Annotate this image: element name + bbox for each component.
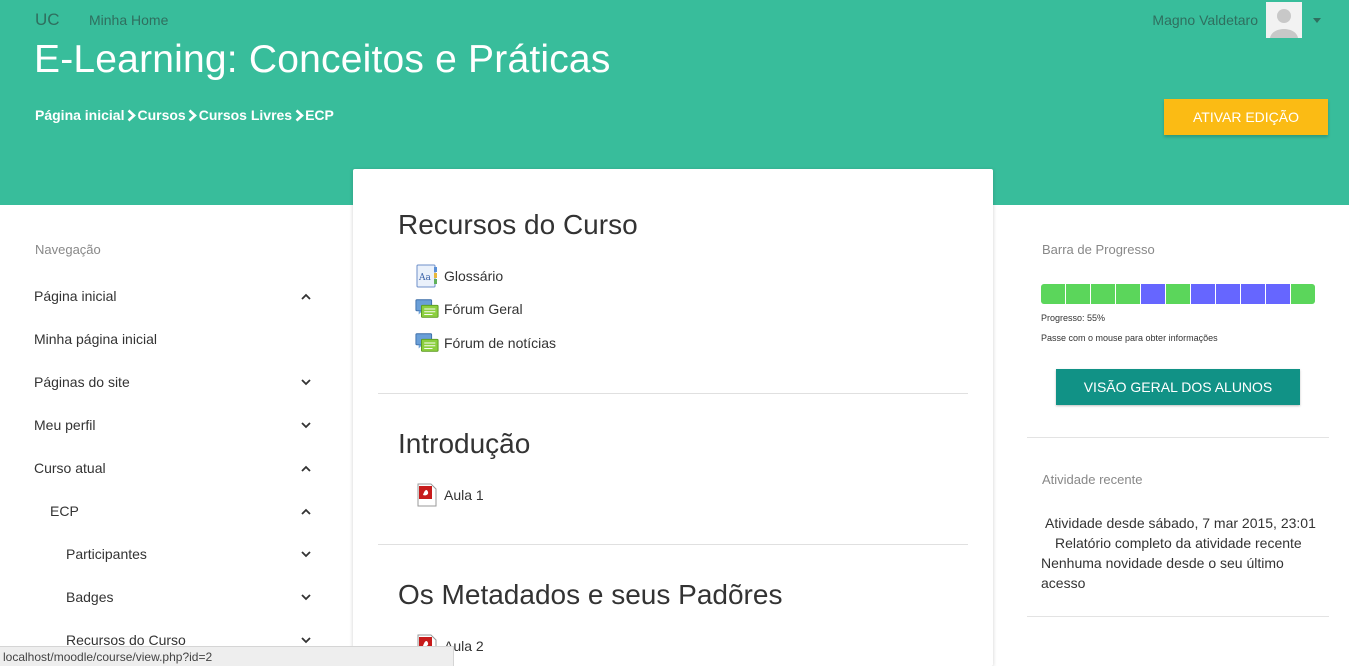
avatar[interactable]: [1266, 2, 1302, 38]
nav-item-current-course[interactable]: Curso atual: [34, 458, 106, 478]
progress-hint: Passe com o mouse para obter informações: [1041, 333, 1218, 343]
progress-cell-done[interactable]: [1166, 284, 1191, 304]
forum-icon: [415, 331, 439, 355]
svg-text:Aa: Aa: [418, 273, 431, 283]
breadcrumb-item-courses[interactable]: Cursos: [137, 107, 185, 123]
progress-cell-todo[interactable]: [1191, 284, 1216, 304]
user-avatar-icon: [1266, 2, 1302, 38]
chevron-right-icon: [294, 108, 304, 122]
recent-activity-no-news-cont: acesso: [1041, 575, 1086, 591]
progress-cell-done[interactable]: [1291, 284, 1315, 304]
nav-item-badges[interactable]: Badges: [66, 587, 113, 607]
progress-cell-todo[interactable]: [1241, 284, 1266, 304]
nav-item-label: Minha página inicial: [34, 331, 157, 347]
progress-percentage: Progresso: 55%: [1041, 313, 1106, 323]
nav-item-home[interactable]: Página inicial: [34, 286, 117, 306]
recent-activity-full-report-link[interactable]: Relatório completo da atividade recente: [1055, 533, 1302, 553]
nav-item-label: Participantes: [66, 546, 147, 562]
user-name[interactable]: Magno Valdetaro: [1152, 12, 1258, 28]
page-title: E-Learning: Conceitos e Práticas: [34, 38, 611, 81]
navigation-block-title: Navegação: [35, 242, 101, 257]
site-brand[interactable]: UC: [35, 10, 60, 30]
nav-item-label: Badges: [66, 589, 114, 605]
progress-cell-done[interactable]: [1066, 284, 1091, 304]
user-menu[interactable]: Magno Valdetaro: [1152, 2, 1321, 38]
section-title: Recursos do Curso: [398, 209, 638, 240]
nav-item-my-profile[interactable]: Meu perfil: [34, 415, 95, 435]
activity-aula-1[interactable]: Aula 1: [415, 482, 484, 508]
section-title: Introdução: [398, 428, 531, 459]
chevron-up-icon[interactable]: [300, 462, 312, 474]
chevron-up-icon[interactable]: [300, 505, 312, 517]
breadcrumb-item-free-courses[interactable]: Cursos Livres: [199, 107, 292, 123]
chevron-up-icon[interactable]: [300, 290, 312, 302]
progress-cell-todo[interactable]: [1141, 284, 1166, 304]
recent-activity-title: Atividade recente: [1042, 472, 1143, 487]
nav-item-site-pages[interactable]: Páginas do site: [34, 372, 130, 392]
nav-item-my-home[interactable]: Minha página inicial: [34, 329, 157, 349]
activity-label: Fórum Geral: [444, 301, 523, 317]
recent-activity-since: Atividade desde sábado, 7 mar 2015, 23:0…: [1045, 515, 1316, 531]
caret-down-icon[interactable]: [1313, 17, 1321, 23]
activity-news-forum[interactable]: Fórum de notícias: [415, 330, 556, 356]
progress-block-title: Barra de Progresso: [1042, 242, 1155, 257]
nav-item-label: Curso atual: [34, 460, 106, 476]
recent-activity-no-news: Nenhuma novidade desde o seu último: [1041, 555, 1284, 571]
section-divider: [378, 393, 968, 394]
pdf-icon: [415, 483, 439, 507]
chevron-down-icon[interactable]: [300, 548, 312, 560]
glossary-icon: Aa: [415, 264, 439, 288]
chevron-down-icon[interactable]: [300, 376, 312, 388]
activity-glossary[interactable]: Aa Glossário: [415, 263, 503, 289]
progress-cell-done[interactable]: [1091, 284, 1116, 304]
nav-item-participants[interactable]: Participantes: [66, 544, 147, 564]
chevron-down-icon[interactable]: [300, 591, 312, 603]
home-link[interactable]: Minha Home: [89, 12, 168, 28]
progress-cell-todo[interactable]: [1266, 284, 1291, 304]
breadcrumb: Página inicial Cursos Cursos Livres ECP: [35, 107, 334, 123]
block-divider: [1027, 616, 1329, 617]
chevron-down-icon[interactable]: [300, 419, 312, 431]
turn-editing-on-button[interactable]: ATIVAR EDIÇÃO: [1164, 99, 1328, 135]
course-content-card: Recursos do Curso Aa Glossário Fórum Ger…: [353, 169, 993, 666]
breadcrumb-item-home[interactable]: Página inicial: [35, 107, 124, 123]
breadcrumb-item-ecp[interactable]: ECP: [305, 107, 334, 123]
section-divider: [378, 544, 968, 545]
progress-cell-todo[interactable]: [1216, 284, 1241, 304]
activity-label: Glossário: [444, 268, 504, 284]
nav-item-label: Meu perfil: [34, 417, 96, 433]
chevron-right-icon: [188, 108, 198, 122]
nav-item-label: ECP: [50, 503, 79, 519]
nav-item-ecp[interactable]: ECP: [50, 501, 79, 521]
chevron-down-icon[interactable]: [300, 634, 312, 646]
activity-label: Fórum de notícias: [444, 335, 557, 351]
chevron-right-icon: [126, 108, 136, 122]
browser-status-bar: localhost/moodle/course/view.php?id=2: [0, 646, 454, 666]
progress-bar[interactable]: [1041, 284, 1315, 304]
nav-item-label: Página inicial: [34, 288, 117, 304]
nav-item-label: Páginas do site: [34, 374, 130, 390]
progress-cell-done[interactable]: [1041, 284, 1066, 304]
forum-icon: [415, 297, 439, 321]
progress-cell-done[interactable]: [1116, 284, 1141, 304]
activity-general-forum[interactable]: Fórum Geral: [415, 296, 523, 322]
activity-label: Aula 1: [444, 487, 484, 503]
students-overview-button[interactable]: VISÃO GERAL DOS ALUNOS: [1056, 369, 1300, 405]
section-title: Os Metadados e seus Padõres: [398, 579, 783, 610]
block-divider: [1027, 437, 1329, 438]
